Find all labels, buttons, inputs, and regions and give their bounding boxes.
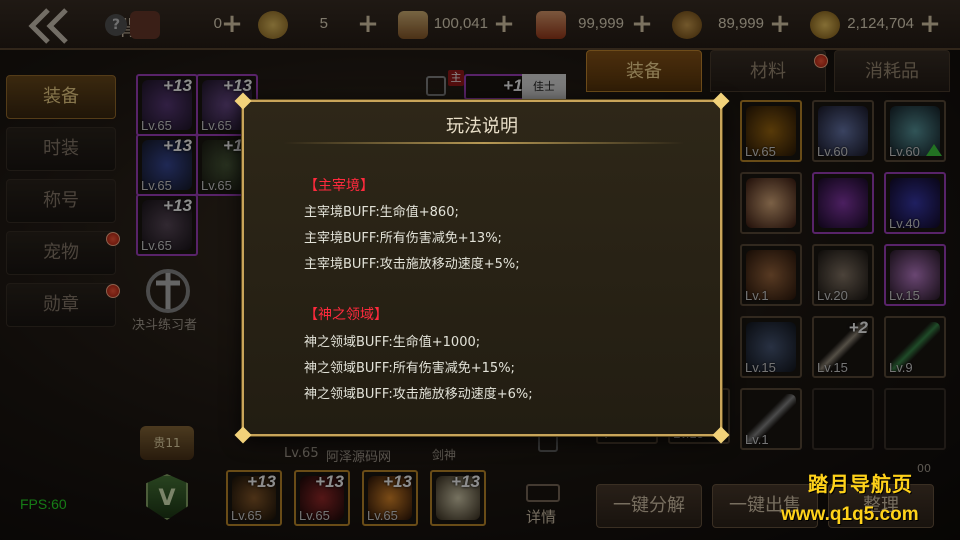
title-divider [284, 142, 684, 144]
buff-line: 主宰境BUFF:攻击施放移动速度+5%; [304, 257, 520, 272]
watermark-url: www.q1q5.com [781, 504, 919, 525]
buff-line: 神之领域BUFF:生命值+1000; [304, 335, 481, 350]
buff-line: 神之领域BUFF:攻击施放移动速度+6%; [304, 387, 533, 402]
section-heading: 【神之领域】 [304, 307, 388, 323]
buff-line: 主宰境BUFF:生命值+860; [304, 205, 459, 220]
buff-line: 神之领域BUFF:所有伤害减免+15%; [304, 361, 515, 376]
rules-dialog: 玩法说明 【主宰境】 主宰境BUFF:生命值+860; 主宰境BUFF:所有伤害… [234, 92, 730, 444]
section-heading: 【主宰境】 [304, 178, 374, 194]
watermark-title: 踏月导航页 [808, 472, 913, 496]
dialog-title: 玩法说明 [446, 116, 518, 137]
buff-line: 主宰境BUFF:所有伤害减免+13%; [304, 231, 502, 246]
